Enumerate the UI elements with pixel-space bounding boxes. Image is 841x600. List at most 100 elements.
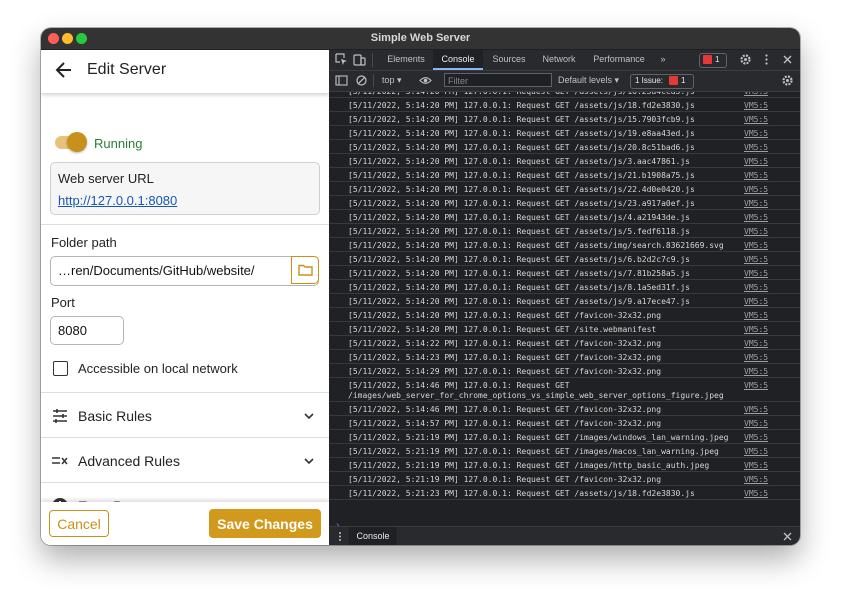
- source-link[interactable]: VM5:5: [744, 419, 768, 428]
- console-settings-icon[interactable]: [781, 74, 794, 87]
- log-message: [5/11/2022, 5:14:46 PM] 127.0.0.1: Reque…: [348, 381, 724, 400]
- tab-console[interactable]: Console: [433, 50, 483, 70]
- tab-network[interactable]: Network: [536, 50, 582, 70]
- issues-count: 1: [681, 76, 686, 85]
- log-message: [5/11/2022, 5:14:20 PM] 127.0.0.1: Reque…: [348, 199, 695, 208]
- back-arrow-icon[interactable]: [54, 60, 74, 80]
- console-drawer: Console: [329, 526, 800, 545]
- source-link[interactable]: VM5:5: [744, 489, 768, 498]
- basic-rules-section[interactable]: Basic Rules: [41, 394, 329, 438]
- action-bar: Cancel Save Changes: [41, 502, 329, 545]
- local-network-checkbox[interactable]: [53, 361, 68, 376]
- filter-input[interactable]: Filter: [444, 73, 552, 87]
- inspect-element-icon[interactable]: [335, 53, 348, 66]
- source-link[interactable]: VM5:5: [744, 381, 768, 390]
- console-log-row: [5/11/2022, 5:14:20 PM] 127.0.0.1: Reque…: [329, 224, 800, 238]
- source-link[interactable]: VM5:5: [744, 143, 768, 152]
- source-link[interactable]: VM5:5: [744, 255, 768, 264]
- folder-path-value: …ren/Documents/GitHub/website/: [58, 263, 255, 278]
- console-log: [5/11/2022, 5:14:20 PM] 127.0.0.1: Reque…: [329, 92, 800, 502]
- console-log-row: [5/11/2022, 5:14:23 PM] 127.0.0.1: Reque…: [329, 350, 800, 364]
- source-link[interactable]: VM5:5: [744, 297, 768, 306]
- console-log-row: [5/11/2022, 5:14:20 PM] 127.0.0.1: Reque…: [329, 210, 800, 224]
- more-options-icon[interactable]: [760, 53, 773, 66]
- port-value: 8080: [58, 323, 87, 338]
- title-bar: Simple Web Server: [41, 28, 800, 50]
- log-levels-dropdown[interactable]: Default levels ▾: [558, 75, 619, 86]
- source-link[interactable]: VM5:5: [744, 405, 768, 414]
- console-log-row: [5/11/2022, 5:14:46 PM] 127.0.0.1: Reque…: [329, 402, 800, 416]
- source-link[interactable]: VM5:5: [744, 199, 768, 208]
- source-link[interactable]: VM5:5: [744, 367, 768, 376]
- divider: [41, 482, 329, 483]
- tab-sources[interactable]: Sources: [486, 50, 532, 70]
- source-link[interactable]: VM5:5: [744, 339, 768, 348]
- log-message: [5/11/2022, 5:14:29 PM] 127.0.0.1: Reque…: [348, 367, 662, 376]
- more-tabs-button[interactable]: »: [656, 50, 670, 70]
- source-link[interactable]: VM5:5: [744, 185, 768, 194]
- log-message: [5/11/2022, 5:21:23 PM] 127.0.0.1: Reque…: [348, 489, 695, 498]
- close-icon[interactable]: [781, 53, 794, 66]
- source-link[interactable]: VM5:5: [744, 101, 768, 110]
- close-drawer-icon[interactable]: [782, 531, 793, 542]
- log-message: [5/11/2022, 5:14:20 PM] 127.0.0.1: Reque…: [348, 255, 690, 264]
- tab-elements[interactable]: Elements: [381, 50, 431, 70]
- browse-folder-button[interactable]: [291, 256, 319, 284]
- issues-button[interactable]: 1 Issue: 1: [630, 74, 694, 89]
- error-count-badge[interactable]: 1: [699, 53, 727, 68]
- source-link[interactable]: VM5:5: [744, 227, 768, 236]
- url-label: Web server URL: [58, 171, 154, 186]
- console-log-row: [5/11/2022, 5:14:20 PM] 127.0.0.1: Reque…: [329, 182, 800, 196]
- web-server-url-card: Web server URL http://127.0.0.1:8080: [50, 162, 320, 215]
- source-link[interactable]: VM5:5: [744, 171, 768, 180]
- source-link[interactable]: VM5:5: [744, 92, 768, 96]
- console-log-row: [5/11/2022, 5:14:20 PM] 127.0.0.1: Reque…: [329, 98, 800, 112]
- source-link[interactable]: VM5:5: [744, 115, 768, 124]
- console-log-row: [5/11/2022, 5:14:20 PM] 127.0.0.1: Reque…: [329, 168, 800, 182]
- source-link[interactable]: VM5:5: [744, 325, 768, 334]
- source-link[interactable]: VM5:5: [744, 433, 768, 442]
- source-link[interactable]: VM5:5: [744, 475, 768, 484]
- source-link[interactable]: VM5:5: [744, 157, 768, 166]
- context-selector[interactable]: top ▾: [382, 75, 402, 86]
- log-message: [5/11/2022, 5:14:20 PM] 127.0.0.1: Reque…: [348, 325, 657, 334]
- source-link[interactable]: VM5:5: [744, 353, 768, 362]
- drawer-menu-icon[interactable]: [335, 530, 345, 543]
- cancel-button[interactable]: Cancel: [49, 510, 109, 537]
- section-title: Advanced Rules: [78, 453, 180, 469]
- sidebar-toggle-icon[interactable]: [335, 74, 348, 87]
- console-log-row: [5/11/2022, 5:14:20 PM] 127.0.0.1: Reque…: [329, 308, 800, 322]
- eye-icon[interactable]: [419, 74, 432, 87]
- source-link[interactable]: VM5:5: [744, 311, 768, 320]
- source-link[interactable]: VM5:5: [744, 129, 768, 138]
- source-link[interactable]: VM5:5: [744, 269, 768, 278]
- gear-icon[interactable]: [739, 53, 752, 66]
- console-log-row: [5/11/2022, 5:14:20 PM] 127.0.0.1: Reque…: [329, 196, 800, 210]
- folder-path-input[interactable]: …ren/Documents/GitHub/website/: [50, 256, 319, 286]
- console-log-row: [5/11/2022, 5:14:20 PM] 127.0.0.1: Reque…: [329, 140, 800, 154]
- section-title: Basic Rules: [78, 408, 152, 424]
- source-link[interactable]: VM5:5: [744, 461, 768, 470]
- log-message: [5/11/2022, 5:14:20 PM] 127.0.0.1: Reque…: [348, 269, 690, 278]
- device-toolbar-icon[interactable]: [353, 53, 366, 66]
- tab-performance[interactable]: Performance: [587, 50, 651, 70]
- console-log-row: [5/11/2022, 5:14:22 PM] 127.0.0.1: Reque…: [329, 336, 800, 350]
- source-link[interactable]: VM5:5: [744, 447, 768, 456]
- advanced-rules-section[interactable]: Advanced Rules: [41, 439, 329, 483]
- edit-server-panel: Edit Server Running Web server URL http:…: [41, 50, 329, 545]
- port-input[interactable]: 8080: [50, 316, 124, 345]
- clear-console-icon[interactable]: [355, 74, 368, 87]
- log-message: [5/11/2022, 5:14:20 PM] 127.0.0.1: Reque…: [348, 311, 662, 320]
- rule-x-icon: [52, 457, 68, 465]
- console-log-row: [5/11/2022, 5:21:19 PM] 127.0.0.1: Reque…: [329, 472, 800, 486]
- drawer-tab-console[interactable]: Console: [349, 527, 397, 545]
- server-url-link[interactable]: http://127.0.0.1:8080: [58, 193, 177, 208]
- log-message: [5/11/2022, 5:14:20 PM] 127.0.0.1: Reque…: [348, 92, 695, 97]
- save-changes-button[interactable]: Save Changes: [209, 509, 321, 538]
- source-link[interactable]: VM5:5: [744, 283, 768, 292]
- source-link[interactable]: VM5:5: [744, 241, 768, 250]
- error-flag-icon: [703, 55, 712, 64]
- running-toggle-thumb[interactable]: [67, 132, 87, 152]
- source-link[interactable]: VM5:5: [744, 213, 768, 222]
- tab-separator: [372, 53, 373, 67]
